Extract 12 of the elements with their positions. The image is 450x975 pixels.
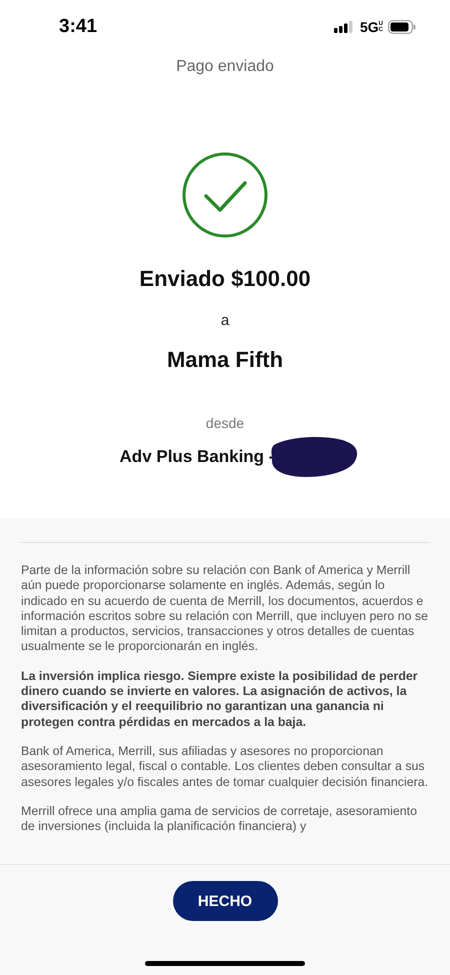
screen-title: Pago enviado <box>175 58 275 76</box>
disclosure-paragraph: Merrill ofrece una amplia gama de servicios de corretaje, asesoramiento de inversiones (incluida la planificación financiera) y <box>21 804 418 834</box>
disclosure-paragraph: Parte de la información sobre su relación con Bank of America y Merrill aún puede proporcionarse solamente en inglés. Además, según lo indicado en su acuerdo de cuenta de Merrill, los documentos, acuerdos e información escritos sobre su relación con Merrill, que incluyen pero no se limitan a productos, servicios, transacciones y otros detalles de cuentas usualmente se le proporcionarán en inglés. <box>21 563 429 655</box>
network-label: 5G <box>360 19 379 35</box>
status-time: 3:41 <box>59 16 98 38</box>
disclosure-paragraph: Bank of America, Merrill, sus afiliadas y asesores no proporcionan asesoramiento legal, fiscal o contable. Los clientes deben consultar a sus asesores legales y/o fiscales antes de tomar cualquier decisión financiera. <box>21 744 429 790</box>
recipient-name: Mama Fifth <box>166 347 284 373</box>
done-button[interactable]: HECHO <box>172 881 278 921</box>
amount-sent: Enviado $100.00 <box>139 266 311 292</box>
from-label: desde <box>206 415 244 431</box>
connector-text: a <box>220 312 230 329</box>
disclosure-paragraph: La inversión implica riesgo. Siempre existe la posibilidad de perder dinero cuando se invierte en valores. La asignación de activos, la diversificación y el reequilibrio no garantizan una ganancia ni protegen contra pérdidas en mercados a la baja. <box>21 668 419 730</box>
